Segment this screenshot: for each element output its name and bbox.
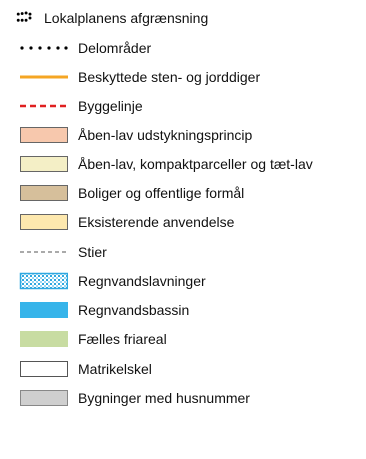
legend-item-lokalplan: Lokalplanens afgrænsning (0, 4, 366, 32)
legend-item-regnvandsbassin: Regnvandsbassin (0, 296, 366, 324)
swatch-icon (20, 302, 68, 318)
legend-label: Byggelinje (78, 98, 143, 114)
big-dots-icon (16, 11, 32, 22)
legend-label: Regnvandslavninger (78, 273, 206, 289)
legend-label: Åben-lav, kompaktparceller og tæt-lav (78, 156, 313, 172)
legend-label: Matrikelskel (78, 361, 152, 377)
legend-label: Eksisterende anvendelse (78, 214, 235, 230)
legend-item-bygninger: Bygninger med husnummer (0, 384, 366, 412)
legend-item-stier: Stier (0, 238, 366, 266)
legend-label: Beskyttede sten- og jorddiger (78, 69, 261, 85)
red-dashed-line-icon (20, 104, 68, 108)
legend-label: Fælles friareal (78, 331, 167, 347)
legend-item-boliger-offentlige: Boliger og offentlige formål (0, 179, 366, 207)
legend-item-byggelinje: Byggelinje (0, 92, 366, 120)
legend-label: Boliger og offentlige formål (78, 185, 245, 201)
legend-item-diger: Beskyttede sten- og jorddiger (0, 63, 366, 91)
swatch-icon (20, 361, 68, 377)
legend-item-faelles-friareal: Fælles friareal (0, 325, 366, 353)
small-dots-icon (20, 46, 68, 50)
map-legend: Lokalplanens afgrænsning Delområder Besk… (0, 0, 366, 459)
swatch-icon (20, 331, 68, 347)
legend-item-delomraader: Delområder (0, 34, 366, 62)
legend-label: Bygninger med husnummer (78, 390, 250, 406)
swatch-icon (20, 390, 68, 406)
grey-dashed-line-icon (20, 251, 68, 253)
legend-label: Stier (78, 244, 107, 260)
legend-label: Åben-lav udstykningsprincip (78, 127, 253, 143)
grid-swatch-icon (19, 272, 68, 290)
legend-item-kompaktparceller: Åben-lav, kompaktparceller og tæt-lav (0, 150, 366, 178)
legend-label: Delområder (78, 40, 152, 56)
legend-item-eksisterende: Eksisterende anvendelse (0, 208, 366, 236)
swatch-icon (20, 214, 68, 230)
legend-label: Lokalplanens afgrænsning (44, 10, 209, 26)
legend-item-matrikelskel: Matrikelskel (0, 355, 366, 383)
legend-item-regnvandslavninger: Regnvandslavninger (0, 267, 366, 295)
legend-label: Regnvandsbassin (78, 302, 190, 318)
orange-line-icon (20, 75, 68, 79)
swatch-icon (20, 185, 68, 201)
swatch-icon (20, 127, 68, 143)
legend-item-aaben-lav-udstykning: Åben-lav udstykningsprincip (0, 121, 366, 149)
swatch-icon (20, 156, 68, 172)
